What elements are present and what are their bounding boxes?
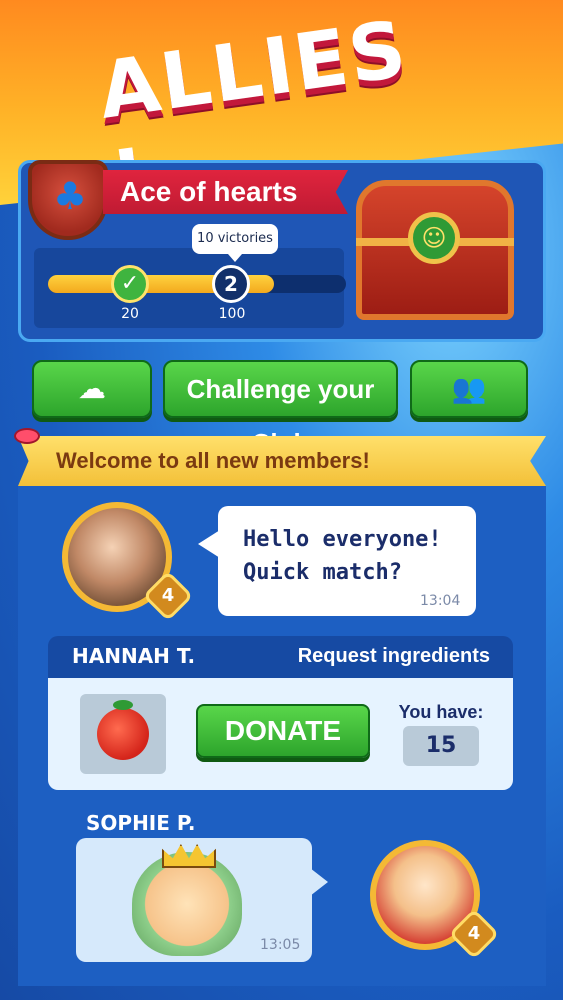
chat-line: Quick match? [243, 560, 402, 585]
club-name: Ace of hearts [120, 176, 298, 207]
level-text: 4 [467, 923, 481, 944]
members-button[interactable]: 👥 [410, 360, 528, 418]
challenge-club-button[interactable]: Challenge your Club [163, 360, 398, 458]
bubble-tail [198, 530, 220, 558]
chef-button[interactable]: ☁ [32, 360, 152, 418]
chef-hat-icon: ☁ [78, 372, 106, 405]
request-type: Request ingredients [297, 645, 490, 667]
have-label: You have: [398, 702, 484, 722]
pin-icon [14, 428, 40, 444]
tomato-icon [97, 708, 149, 760]
chat-line: Hello everyone! [243, 527, 442, 552]
club-icon: ♣ [52, 174, 88, 218]
milestone-label: 100 [218, 306, 246, 322]
level-text: 4 [161, 585, 175, 606]
check-icon: ✓ [111, 265, 149, 303]
donate-button[interactable]: DONATE [196, 704, 370, 758]
message-time: 13:05 [260, 937, 301, 953]
group-icon: ☺ [408, 212, 460, 264]
tomato-leaf [113, 700, 133, 710]
sender-name: SOPHIE P. [86, 811, 196, 835]
requester-name: HANNAH T. [72, 644, 196, 668]
announcement-text: Welcome to all new members! [56, 448, 370, 473]
have-count: 15 [403, 726, 479, 766]
victories-tooltip: 10 victories [192, 224, 278, 262]
milestone-label: 20 [121, 306, 139, 322]
members-icon: 👥 [451, 372, 487, 405]
chat-message: Hello everyone! Quick match? [243, 523, 473, 589]
bubble-tail [310, 868, 328, 896]
milestone-badge: 2 [212, 265, 250, 303]
message-time: 13:04 [420, 593, 461, 609]
